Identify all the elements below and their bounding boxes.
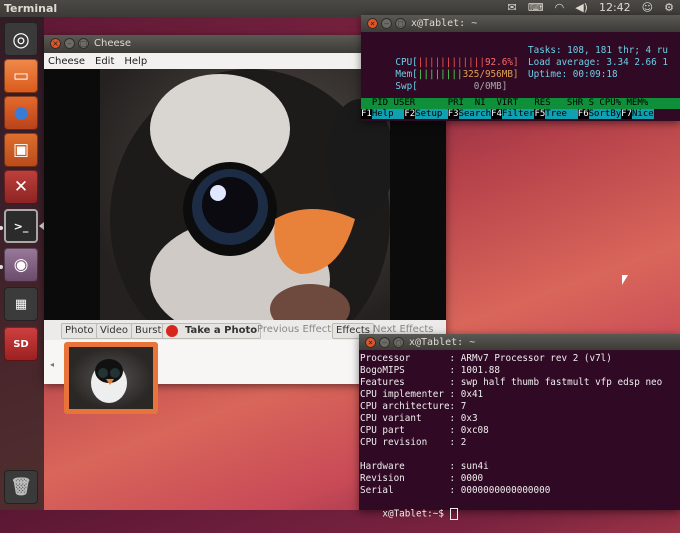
window-title: Cheese (94, 38, 131, 49)
menu-cheese[interactable]: Cheese (48, 56, 85, 67)
photo-mode-button[interactable]: Photo (61, 323, 98, 339)
sd-card-icon[interactable]: SD (4, 327, 38, 361)
htop-terminal-window: × – □ x@Tablet: ~ CPU[||||||||||||92.6%]… (361, 15, 680, 121)
photo-thumbnail[interactable] (64, 342, 158, 414)
terminal-output-line: CPU architecture: 7 (360, 401, 467, 412)
fkey-f3[interactable]: F3Search (447, 109, 492, 120)
volume-icon[interactable]: ◀) (575, 1, 588, 14)
function-key-bar: F1Help F2Setup F3Search F4Filter F5Tree F6… (361, 109, 680, 120)
active-app-title: Terminal (4, 2, 58, 15)
scroll-left-icon[interactable]: ◂ (50, 360, 54, 369)
terminal-output-line: Revision : 0000 (360, 473, 484, 484)
trash-icon[interactable]: 🗑 (4, 470, 38, 504)
cpuinfo-titlebar[interactable]: × – □ x@Tablet: ~ (359, 334, 680, 350)
close-icon[interactable]: × (365, 337, 376, 348)
mouse-pointer (622, 275, 628, 285)
minimize-icon[interactable]: – (381, 18, 392, 29)
maximize-icon[interactable]: □ (78, 38, 89, 49)
terminal-output-line: Processor : ARMv7 Processor rev 2 (v7l) (360, 353, 612, 364)
running-indicator (0, 226, 3, 230)
maximize-icon[interactable]: □ (395, 18, 406, 29)
terminal-output-line: Hardware : sun4i (360, 461, 489, 472)
terminal-output-line: Features : swp half thumb fastmult vfp e… (360, 377, 663, 388)
terminal-output-line: CPU variant : 0x3 (360, 413, 478, 424)
files-icon[interactable]: ▭ (4, 59, 38, 93)
webcam-image (100, 69, 394, 320)
fkey-f1[interactable]: F1Help (361, 109, 405, 120)
maximize-icon[interactable]: □ (393, 337, 404, 348)
cpuinfo-terminal-window: × – □ x@Tablet: ~ Processor : ARMv7 Proc… (359, 334, 680, 520)
window-title: x@Tablet: ~ (409, 337, 476, 348)
load-average: Load average: 3.34 2.66 1 (528, 57, 668, 68)
fkey-f6[interactable]: F6SortBy (577, 109, 622, 120)
firefox-icon[interactable]: ● (4, 96, 38, 130)
fkey-f7[interactable]: F7Nice (621, 109, 654, 120)
take-photo-label: Take a Photo (185, 325, 258, 336)
system-tray: ✉ ⌨ ◠ ◀) 12:42 ☺ ⚙ (507, 1, 674, 14)
clock[interactable]: 12:42 (599, 1, 631, 14)
gear-icon[interactable]: ⚙ (664, 1, 674, 14)
tasks-summary: Tasks: 108, 181 thr; 4 ru (528, 45, 668, 56)
menu-edit[interactable]: Edit (95, 56, 114, 67)
system-settings-icon[interactable]: ✕ (4, 170, 38, 204)
process-table-header[interactable]: PID USER PRI NI VIRT RES SHR S CPU% MEM% (361, 98, 680, 109)
terminal-output-line: BogoMIPS : 1001.88 (360, 365, 500, 376)
terminal-output-line: CPU revision : 2 (360, 437, 467, 448)
close-icon[interactable]: × (367, 18, 378, 29)
record-icon (166, 325, 178, 337)
fkey-f4[interactable]: F4Filter (491, 109, 535, 120)
workspaces-icon[interactable]: ▦ (4, 287, 38, 321)
video-mode-button[interactable]: Video (96, 323, 133, 339)
thumbnail-image (69, 347, 153, 409)
minimize-icon[interactable]: – (64, 38, 75, 49)
mail-icon[interactable]: ✉ (507, 1, 516, 14)
terminal-output-line: CPU implementer : 0x41 (360, 389, 484, 400)
wifi-icon[interactable]: ◠ (555, 1, 565, 14)
shell-prompt[interactable]: x@Tablet:~$ (360, 496, 458, 533)
ubuntu-dash-icon[interactable]: ◎ (4, 22, 38, 56)
cheese-icon[interactable]: ◉ (4, 248, 38, 282)
menu-help[interactable]: Help (124, 56, 147, 67)
keyboard-icon[interactable]: ⌨ (528, 1, 544, 14)
software-center-icon[interactable]: ▣ (4, 133, 38, 167)
burst-mode-button[interactable]: Burst (131, 323, 166, 339)
uptime: Uptime: 00:09:18 (528, 69, 618, 80)
penguin-toy-image (110, 69, 394, 320)
fkey-f2[interactable]: F2Setup (404, 109, 448, 120)
previous-effects-button[interactable]: Previous Effects (254, 323, 339, 337)
launcher: ◎ ▭ ● ▣ ✕ >_ ◉ ▦ SD 🗑 (0, 17, 44, 510)
take-photo-button[interactable]: Take a Photo (162, 323, 262, 339)
fkey-f5[interactable]: F5Tree (534, 109, 578, 120)
htop-titlebar[interactable]: × – □ x@Tablet: ~ (361, 15, 680, 32)
close-icon[interactable]: × (50, 38, 61, 49)
terminal-output-line: CPU part : 0xc08 (360, 425, 489, 436)
window-title: x@Tablet: ~ (411, 18, 478, 29)
minimize-icon[interactable]: – (379, 337, 390, 348)
user-icon[interactable]: ☺ (642, 1, 653, 14)
running-indicator (0, 265, 3, 269)
terminal-icon[interactable]: >_ (4, 209, 38, 243)
